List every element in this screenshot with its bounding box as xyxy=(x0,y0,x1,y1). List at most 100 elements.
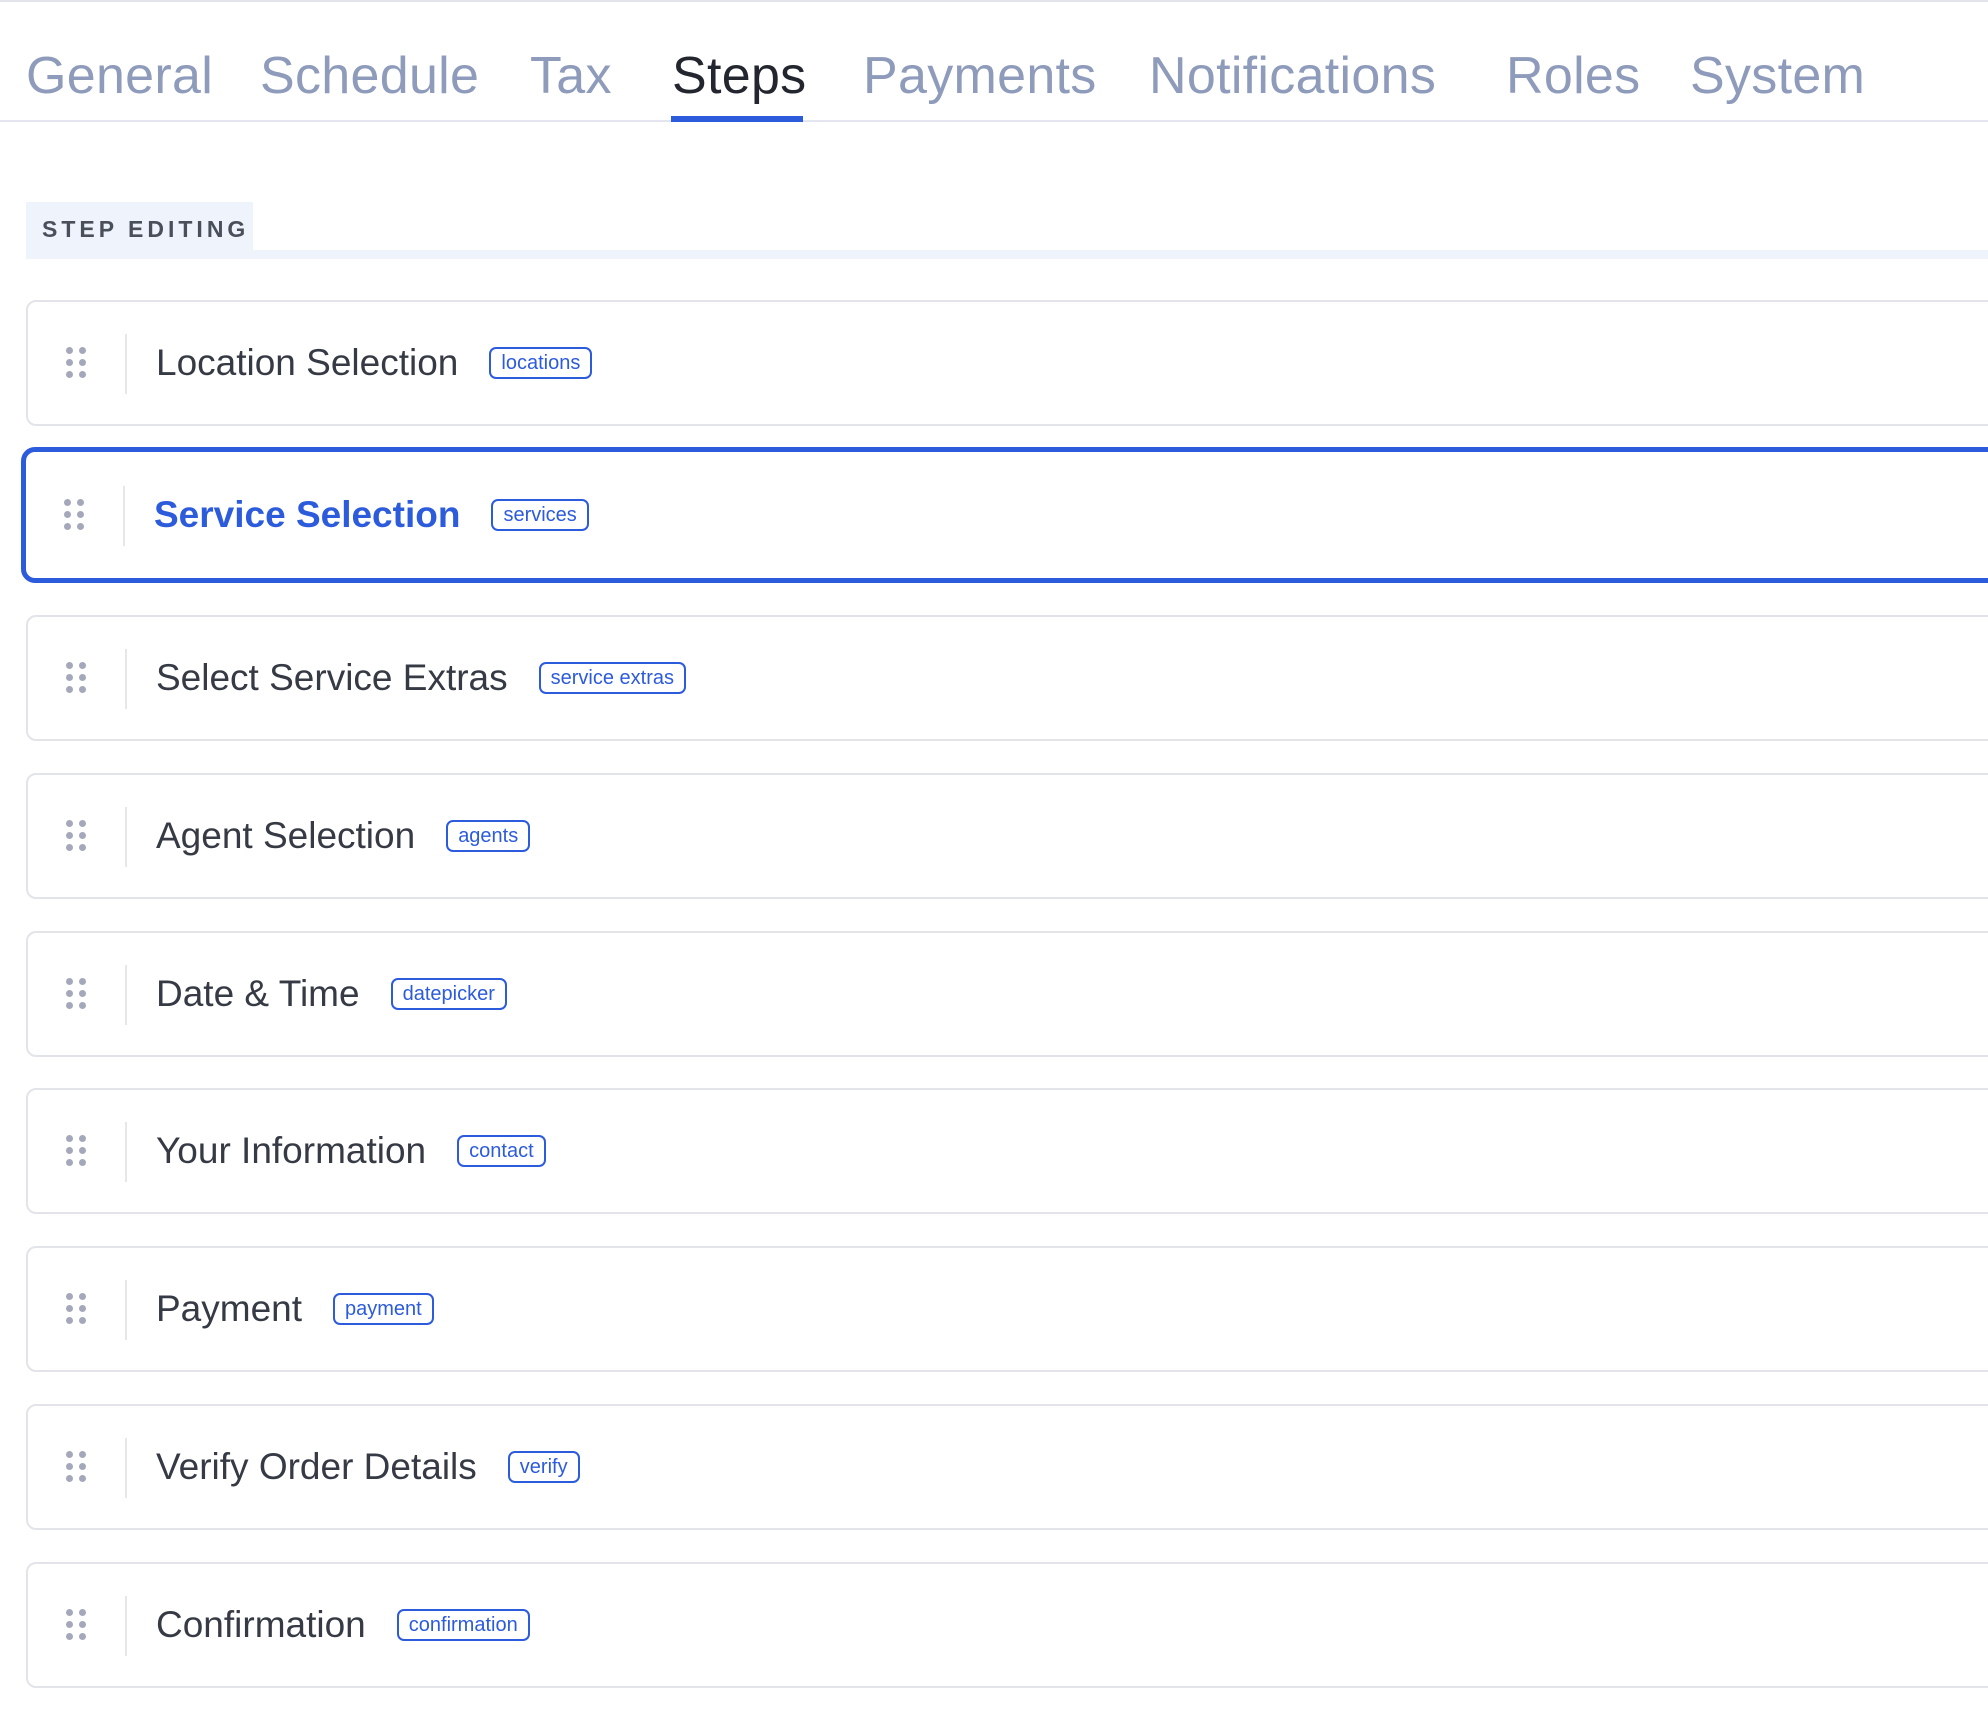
section-header: STEP EDITING xyxy=(26,202,253,258)
step-title-group: Date & Time datepicker xyxy=(156,933,507,1055)
settings-tabs: General Schedule Tax Steps Payments Noti… xyxy=(0,0,1988,122)
drag-handle-icon[interactable] xyxy=(66,978,90,1010)
drag-dot xyxy=(79,347,86,354)
drag-dot xyxy=(66,1135,73,1142)
handle-divider xyxy=(125,965,127,1025)
drag-dot xyxy=(66,1317,73,1324)
drag-dot xyxy=(64,523,71,530)
drag-dot xyxy=(79,1475,86,1482)
handle-divider xyxy=(125,1596,127,1656)
tab-payments[interactable]: Payments xyxy=(863,44,1097,108)
drag-handle-icon[interactable] xyxy=(64,499,88,531)
drag-dot xyxy=(66,359,73,366)
drag-handle-icon[interactable] xyxy=(66,347,90,379)
drag-dot xyxy=(66,1451,73,1458)
drag-dot xyxy=(79,1293,86,1300)
step-title: Verify Order Details xyxy=(156,1446,477,1487)
step-title-group: Service Selection services xyxy=(154,452,589,578)
step-title: Select Service Extras xyxy=(156,657,508,698)
handle-divider xyxy=(125,334,127,394)
step-card[interactable]: Confirmation confirmation xyxy=(26,1562,1988,1688)
drag-dot xyxy=(79,674,86,681)
step-title: Agent Selection xyxy=(156,815,416,856)
drag-dot xyxy=(79,1463,86,1470)
step-title: Confirmation xyxy=(156,1604,366,1645)
drag-dot xyxy=(66,662,73,669)
step-code-badge: confirmation xyxy=(396,1609,530,1641)
drag-dot xyxy=(79,662,86,669)
step-code-badge: services xyxy=(491,499,589,531)
drag-dot xyxy=(79,371,86,378)
drag-dot xyxy=(66,1475,73,1482)
drag-dot xyxy=(79,1317,86,1324)
tab-tax[interactable]: Tax xyxy=(530,44,612,108)
drag-handle-icon[interactable] xyxy=(66,1609,90,1641)
drag-dot xyxy=(79,1305,86,1312)
step-code-badge: contact xyxy=(457,1135,546,1167)
drag-dot xyxy=(77,523,84,530)
tab-notifications[interactable]: Notifications xyxy=(1149,44,1436,108)
handle-divider xyxy=(125,1122,127,1182)
step-card[interactable]: Date & Time datepicker xyxy=(26,931,1988,1057)
drag-dot xyxy=(79,832,86,839)
drag-handle-icon[interactable] xyxy=(66,662,90,694)
handle-divider xyxy=(123,486,125,546)
tab-roles[interactable]: Roles xyxy=(1506,44,1640,108)
handle-divider xyxy=(125,1438,127,1498)
drag-dot xyxy=(77,499,84,506)
drag-dot xyxy=(79,1002,86,1009)
drag-dot xyxy=(66,820,73,827)
step-title-group: Your Information contact xyxy=(156,1090,546,1212)
tab-schedule[interactable]: Schedule xyxy=(260,44,479,108)
drag-dot xyxy=(79,359,86,366)
step-card[interactable]: Verify Order Details verify xyxy=(26,1404,1988,1530)
drag-dot xyxy=(66,978,73,985)
drag-handle-icon[interactable] xyxy=(66,1451,90,1483)
drag-dot xyxy=(79,1159,86,1166)
drag-dot xyxy=(64,499,71,506)
section-title: STEP EDITING xyxy=(42,216,250,242)
step-card[interactable]: Select Service Extras service extras xyxy=(26,615,1988,741)
step-card[interactable]: Service Selection services xyxy=(21,447,1988,583)
step-title: Service Selection xyxy=(154,494,461,535)
drag-dot xyxy=(66,371,73,378)
step-card[interactable]: Agent Selection agents xyxy=(26,773,1988,899)
drag-dot xyxy=(79,1621,86,1628)
drag-dot xyxy=(66,686,73,693)
drag-dot xyxy=(66,844,73,851)
drag-dot xyxy=(79,978,86,985)
tab-steps[interactable]: Steps xyxy=(672,44,806,108)
step-title: Payment xyxy=(156,1288,303,1329)
step-card[interactable]: Payment payment xyxy=(26,1246,1988,1372)
tab-general[interactable]: General xyxy=(26,44,213,108)
drag-dot xyxy=(77,511,84,518)
step-title: Your Information xyxy=(156,1130,427,1171)
drag-dot xyxy=(66,990,73,997)
drag-dot xyxy=(66,1293,73,1300)
drag-dot xyxy=(79,1609,86,1616)
tab-system[interactable]: System xyxy=(1690,44,1865,108)
step-code-badge: locations xyxy=(489,347,593,379)
step-card[interactable]: Your Information contact xyxy=(26,1088,1988,1214)
step-title-group: Confirmation confirmation xyxy=(156,1564,530,1686)
handle-divider xyxy=(125,649,127,709)
drag-dot xyxy=(79,686,86,693)
drag-dot xyxy=(79,844,86,851)
drag-dot xyxy=(64,511,71,518)
drag-dot xyxy=(66,1633,73,1640)
drag-dot xyxy=(79,1633,86,1640)
step-code-badge: verify xyxy=(507,1451,580,1483)
drag-dot xyxy=(66,1463,73,1470)
drag-handle-icon[interactable] xyxy=(66,1293,90,1325)
drag-dot xyxy=(66,1305,73,1312)
drag-handle-icon[interactable] xyxy=(66,820,90,852)
step-title-group: Agent Selection agents xyxy=(156,775,531,897)
drag-dot xyxy=(79,990,86,997)
drag-dot xyxy=(66,1159,73,1166)
step-title-group: Location Selection locations xyxy=(156,302,593,424)
drag-handle-icon[interactable] xyxy=(66,1135,90,1167)
step-card[interactable]: Location Selection locations xyxy=(26,300,1988,426)
step-code-badge: agents xyxy=(446,820,531,852)
section-header-strip xyxy=(26,250,1988,259)
step-title-group: Select Service Extras service extras xyxy=(156,617,687,739)
